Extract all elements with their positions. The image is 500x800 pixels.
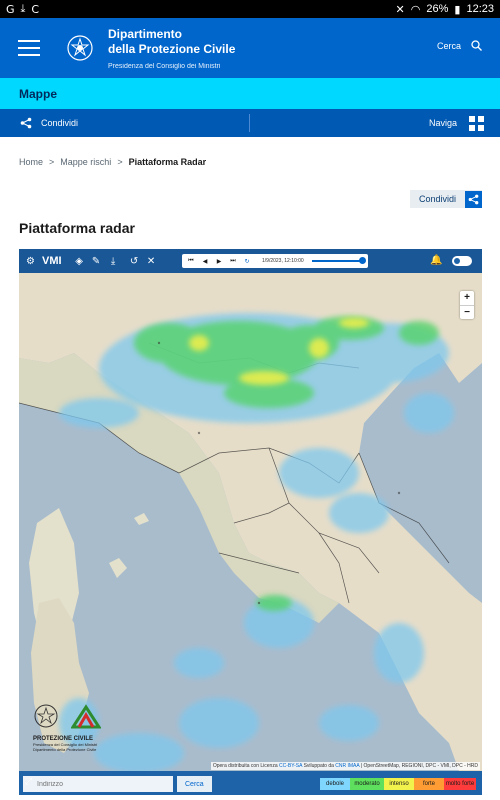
- battery-level: 26%: [426, 3, 449, 15]
- status-bar: G ⤓ C ✕ ◠ 26% ▮ 12:23: [0, 0, 500, 18]
- pc-mark-icon: [71, 704, 101, 729]
- settings-icon[interactable]: ⚙: [25, 256, 36, 267]
- page-title: Piattaforma radar: [19, 220, 135, 236]
- wifi-icon: ◠: [410, 2, 421, 16]
- attrib-suffix: | OpenStreetMap, REGIONI, DPC - VMI, DPC…: [360, 763, 478, 769]
- breadcrumb-current: Piattaforma Radar: [128, 157, 207, 167]
- breadcrumb-mappe-rischi[interactable]: Mappe rischi: [60, 157, 111, 167]
- map-attribution: Opera distribuita con Licenza CC-BY-SA S…: [210, 762, 480, 770]
- expand-icon[interactable]: ⤢: [25, 777, 32, 787]
- breadcrumb: Home > Mappe rischi > Piattaforma Radar: [0, 157, 500, 167]
- attrib-mid: Sviluppato da: [303, 763, 334, 769]
- license-link[interactable]: CC-BY-SA: [279, 763, 302, 769]
- play-icon[interactable]: ▶: [214, 258, 224, 265]
- time-slider[interactable]: [311, 257, 366, 264]
- zoom-out-button[interactable]: −: [460, 305, 474, 319]
- radar-toolbar: ⚙ VMI ◈ ✎ ⤓ ↺ ✕ ⏮ ◀ ▶ ⏭ ↻ 1/9/2023, 12:1…: [19, 249, 482, 273]
- brand-line2: della Protezione Civile: [108, 41, 236, 56]
- radar-bottom-bar: ⤢ Cerca debole moderato intenso forte mo…: [19, 773, 482, 795]
- share-icon: [20, 117, 32, 129]
- close-icon[interactable]: ✕: [146, 256, 157, 267]
- section-title: Mappe: [19, 86, 58, 101]
- google-icon: G: [6, 2, 15, 16]
- brand[interactable]: Dipartimento della Protezione Civile Pre…: [108, 27, 235, 70]
- app-icon: C: [31, 2, 40, 16]
- share-icon: [465, 190, 482, 208]
- battery-icon: ▮: [454, 2, 461, 16]
- intensity-legend: debole moderato intenso forte molto fort…: [320, 778, 476, 790]
- vmi-logo: VMI: [42, 255, 62, 267]
- first-frame-icon[interactable]: ⏮: [186, 257, 196, 265]
- emblem-icon: [34, 704, 58, 728]
- radar-map[interactable]: [19, 273, 482, 771]
- emblem-icon: [67, 35, 93, 61]
- prev-frame-icon[interactable]: ◀: [200, 258, 210, 265]
- legend-molto-forte: molto forte: [444, 778, 476, 790]
- navigate-button[interactable]: Naviga: [250, 115, 500, 131]
- breadcrumb-separator: >: [117, 157, 123, 167]
- clock: 12:23: [466, 3, 494, 15]
- menu-icon[interactable]: [18, 40, 40, 56]
- search-button[interactable]: Cerca: [437, 40, 482, 51]
- zoom-in-button[interactable]: +: [460, 291, 474, 305]
- search-icon: [471, 40, 482, 51]
- site-header: Dipartimento della Protezione Civile Pre…: [0, 18, 500, 78]
- grid-icon: [469, 115, 484, 131]
- mute-icon: ✕: [395, 2, 405, 16]
- legend-debole: debole: [320, 778, 350, 790]
- history-icon[interactable]: ↺: [129, 256, 140, 267]
- navigate-label: Naviga: [428, 118, 457, 128]
- refresh-icon[interactable]: ↻: [242, 258, 252, 265]
- download-icon: ⤓: [20, 2, 26, 15]
- timestamp: 1/9/2023, 12:10:00: [262, 258, 304, 264]
- radar-widget: ⚙ VMI ◈ ✎ ⤓ ↺ ✕ ⏮ ◀ ▶ ⏭ ↻ 1/9/2023, 12:1…: [19, 249, 482, 795]
- developer-link[interactable]: CNR IMAA: [335, 763, 359, 769]
- brand-subtitle: Presidenza del Consiglio dei Ministri: [108, 62, 221, 70]
- bell-icon[interactable]: 🔔: [430, 255, 442, 266]
- search-label: Cerca: [436, 40, 461, 51]
- section-bar[interactable]: Mappe: [0, 78, 500, 109]
- download-icon[interactable]: ⤓: [108, 256, 119, 267]
- layers-icon[interactable]: ◈: [74, 256, 85, 267]
- logo-sub2: Dipartimento della Protezione Civile: [33, 747, 97, 752]
- zoom-control: + −: [460, 291, 474, 319]
- share-label: Condividi: [41, 118, 79, 128]
- address-input[interactable]: [23, 776, 173, 792]
- playback-control: ⏮ ◀ ▶ ⏭ ↻ 1/9/2023, 12:10:00: [182, 254, 368, 268]
- attrib-prefix: Opera distribuita con Licenza: [212, 763, 278, 769]
- legend-forte: forte: [414, 778, 444, 790]
- toggle-switch[interactable]: [452, 255, 472, 266]
- share-bar: Condividi Naviga: [0, 109, 500, 137]
- breadcrumb-separator: >: [49, 157, 55, 167]
- legend-moderato: moderato: [350, 778, 384, 790]
- protezione-civile-logo: PROTEZIONE CIVILE Presidenza del Consigl…: [33, 703, 103, 765]
- condividi-label: Condividi: [418, 194, 456, 204]
- share-button[interactable]: Condividi: [0, 114, 250, 132]
- condividi-button[interactable]: Condividi: [409, 190, 482, 208]
- breadcrumb-home[interactable]: Home: [19, 157, 43, 167]
- brand-line1: Dipartimento: [108, 26, 183, 41]
- tools-icon[interactable]: ✎: [91, 256, 102, 267]
- legend-intenso: intenso: [384, 778, 414, 790]
- last-frame-icon[interactable]: ⏭: [228, 257, 238, 265]
- address-search-button[interactable]: Cerca: [177, 776, 212, 792]
